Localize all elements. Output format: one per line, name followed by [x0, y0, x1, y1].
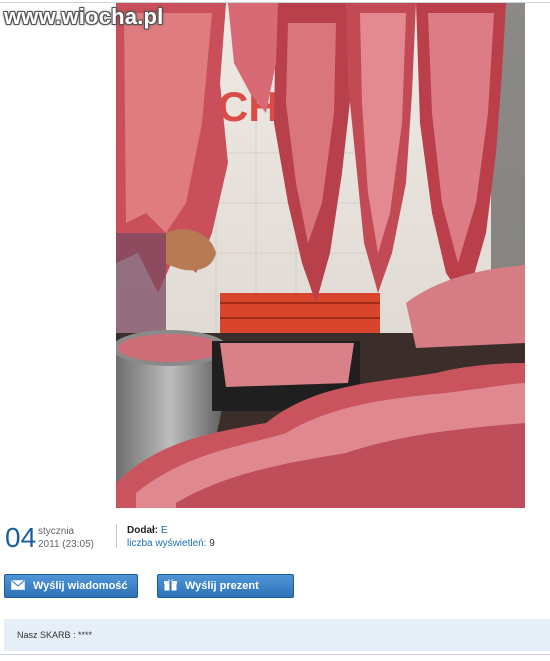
views-count: 9 — [209, 538, 215, 549]
post-date-month: stycznia — [38, 526, 75, 537]
post-date-year-time: 2011 (23:05) — [38, 539, 94, 550]
envelope-icon — [11, 579, 25, 593]
send-gift-label: Wyślij prezent — [185, 580, 259, 592]
meat-market-photo: CHA L — [116, 3, 525, 508]
send-gift-button[interactable]: Wyślij prezent — [157, 574, 294, 598]
send-message-label: Wyślij wiadomość — [33, 580, 128, 592]
added-by-label: Dodał: — [127, 525, 159, 536]
views-label: liczba wyświetleń: — [127, 538, 207, 549]
views-info: liczba wyświetleń: 9 — [127, 538, 215, 550]
post-date-day: 04 — [5, 522, 37, 553]
meta-separator — [116, 524, 117, 548]
comment-panel: Nasz SKARB : **** — [4, 619, 550, 651]
bottom-divider — [0, 654, 550, 655]
added-by: Dodał: E — [127, 525, 168, 537]
send-message-button[interactable]: Wyślij wiadomość — [4, 574, 138, 598]
gift-icon — [164, 578, 177, 594]
added-by-user-link[interactable]: E — [161, 525, 168, 536]
comment-text: Nasz SKARB : **** — [17, 630, 93, 640]
site-watermark: www.wiocha.pl — [4, 4, 164, 29]
